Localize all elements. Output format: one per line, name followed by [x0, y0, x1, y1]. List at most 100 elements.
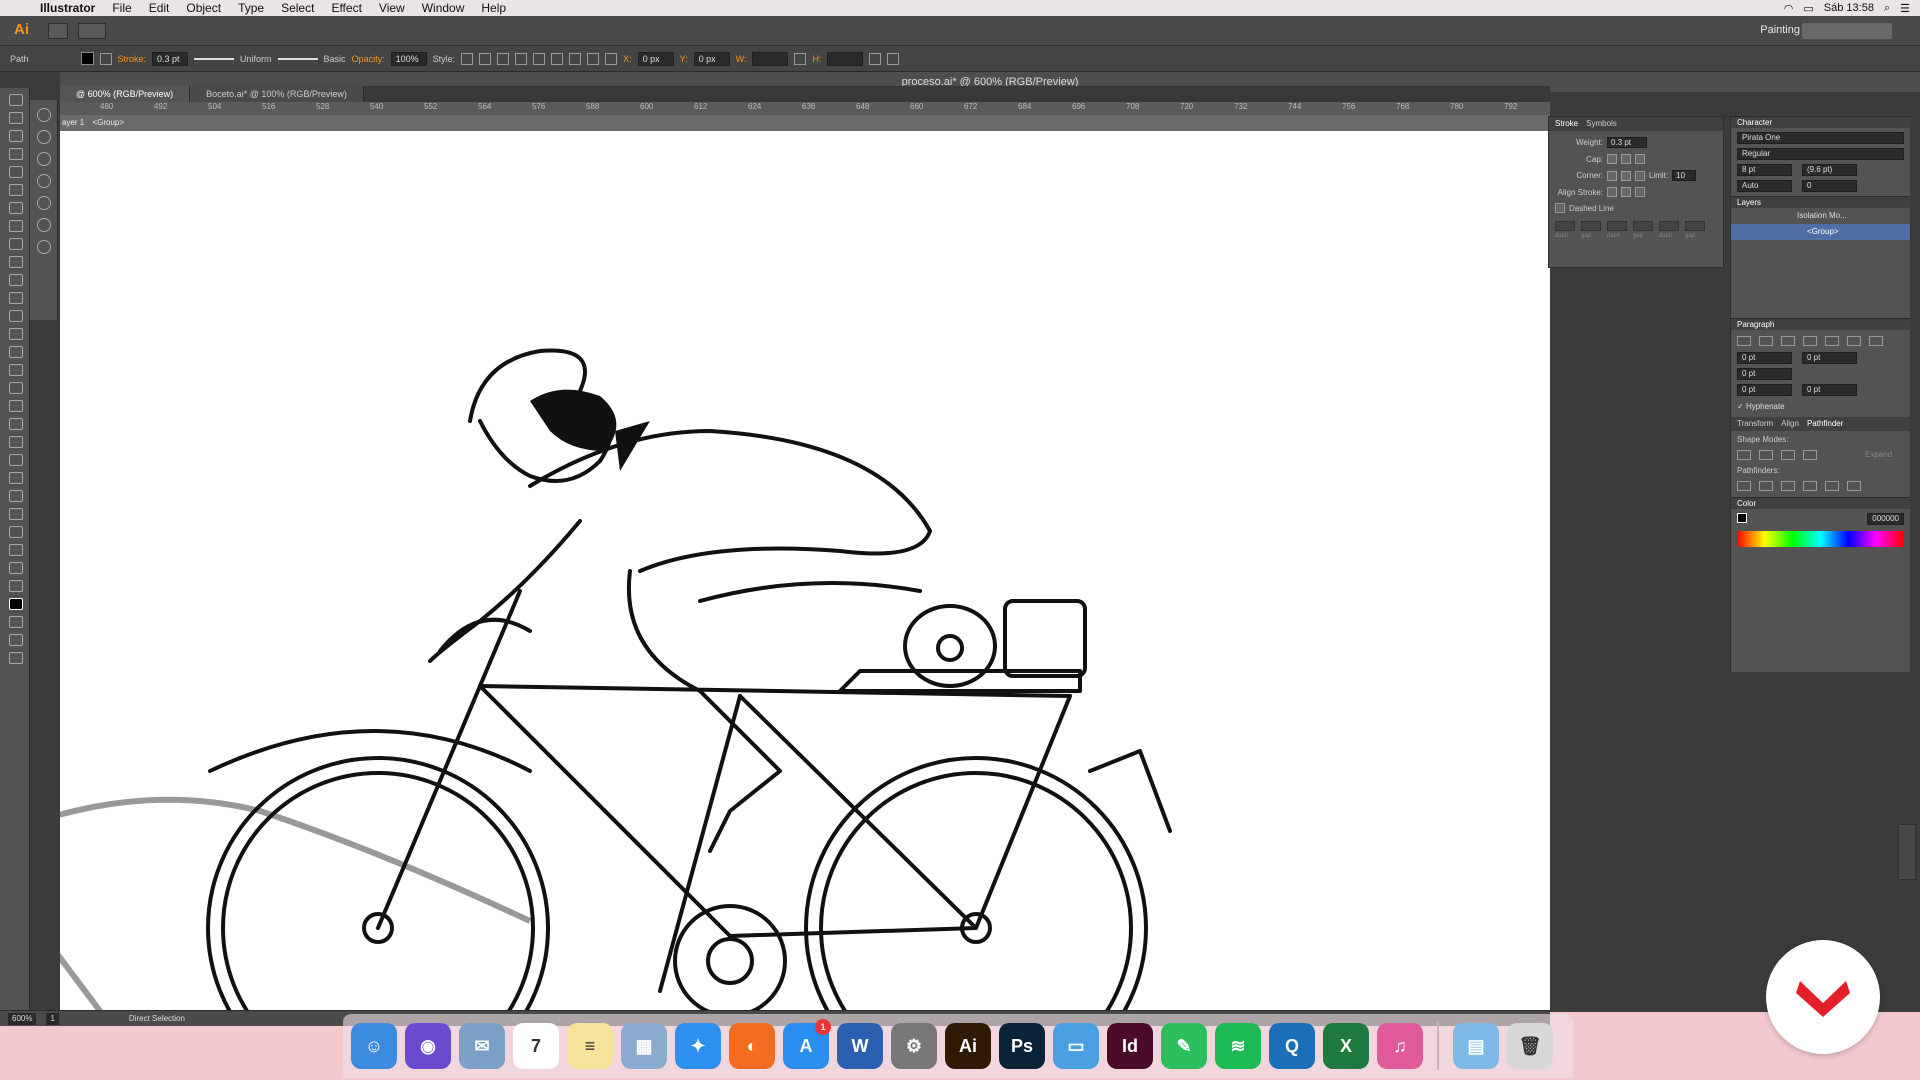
kerning-field[interactable]: Auto	[1737, 180, 1792, 192]
dock-system-preferences-icon[interactable]: ⚙	[891, 1023, 937, 1069]
stroke-label[interactable]: Stroke:	[118, 54, 147, 64]
dock-quicktime-icon[interactable]: Q	[1269, 1023, 1315, 1069]
tracking-field[interactable]: 0	[1802, 180, 1857, 192]
dock-safari-icon[interactable]: ✦	[675, 1023, 721, 1069]
profile-label[interactable]: Uniform	[240, 54, 272, 64]
bridge-button[interactable]	[48, 23, 68, 39]
bevel-join-icon[interactable]	[1635, 170, 1645, 181]
search-stock-input[interactable]	[1802, 23, 1892, 39]
direct-selection-tool-icon[interactable]	[9, 112, 23, 124]
paragraph-panel-header[interactable]: Paragraph	[1731, 318, 1910, 330]
tab-proceso[interactable]: @ 600% (RGB/Preview)	[60, 86, 191, 102]
dock-illustrator-icon[interactable]: Ai	[945, 1023, 991, 1069]
scissors-tool-icon[interactable]	[9, 292, 23, 304]
gradient-tool-icon[interactable]	[9, 436, 23, 448]
tab-boceto[interactable]: Boceto.ai* @ 100% (RGB/Preview)	[190, 86, 364, 102]
dock-spotify-icon[interactable]: ≋	[1215, 1023, 1261, 1069]
graph-tool-icon[interactable]	[9, 508, 23, 520]
justify-all-icon[interactable]	[1869, 336, 1883, 346]
notification-icon[interactable]: ☰	[1900, 2, 1910, 15]
menu-illustrator[interactable]: Illustrator	[40, 1, 95, 15]
magic-wand-tool-icon[interactable]	[9, 130, 23, 142]
minus-back-icon[interactable]	[1847, 481, 1861, 491]
stroke-color-icon[interactable]	[9, 616, 23, 628]
wifi-icon[interactable]: ◠	[1784, 2, 1794, 15]
merge-icon[interactable]	[1781, 481, 1795, 491]
dock-notes-icon[interactable]: ≡	[567, 1023, 613, 1069]
menu-view[interactable]: View	[379, 1, 405, 15]
eraser-tool-icon[interactable]	[9, 274, 23, 286]
navigator-icon[interactable]	[37, 174, 51, 188]
link-icon[interactable]	[794, 52, 807, 65]
rotate-tool-icon[interactable]	[9, 310, 23, 322]
color-fill-swatch[interactable]	[1737, 513, 1747, 523]
symbol-sprayer-tool-icon[interactable]	[9, 490, 23, 502]
menu-object[interactable]: Object	[186, 1, 221, 15]
stroke-swatch[interactable]	[99, 52, 112, 65]
tab-align[interactable]: Align	[1781, 417, 1799, 431]
miter-join-icon[interactable]	[1607, 170, 1617, 181]
butt-cap-icon[interactable]	[1607, 154, 1617, 164]
align-left-text-icon[interactable]	[1737, 336, 1751, 346]
collapsed-panel-strip[interactable]	[1898, 824, 1916, 880]
menu-edit[interactable]: Edit	[149, 1, 170, 15]
tab-symbols[interactable]: Symbols	[1586, 117, 1617, 131]
search-icon[interactable]: ⌕	[1884, 2, 1890, 15]
paintbrush-tool-icon[interactable]	[9, 238, 23, 250]
color-panel-header[interactable]: Color	[1731, 497, 1910, 509]
table-icon[interactable]	[37, 240, 51, 254]
blend-tool-icon[interactable]	[9, 472, 23, 484]
eyedropper-tool-icon[interactable]	[9, 454, 23, 466]
dock-photoshop-icon[interactable]: Ps	[999, 1023, 1045, 1069]
limit-field[interactable]: 10	[1672, 170, 1697, 181]
dash-1-field[interactable]	[1555, 221, 1575, 231]
h-field[interactable]	[827, 51, 864, 66]
layers-panel-header[interactable]: Layers	[1731, 196, 1910, 208]
hex-field[interactable]: 000000	[1867, 513, 1904, 525]
dock-photos-icon[interactable]: ▦	[621, 1023, 667, 1069]
dock-word-icon[interactable]: W	[837, 1023, 883, 1069]
intersect-icon[interactable]	[1781, 450, 1795, 460]
align-center-stroke-icon[interactable]	[1607, 187, 1617, 197]
dock-excel-icon[interactable]: X	[1323, 1023, 1369, 1069]
brush-label[interactable]: Basic	[324, 54, 346, 64]
exclude-icon[interactable]	[1803, 450, 1817, 460]
character-panel-header[interactable]: Character	[1731, 116, 1910, 128]
breadcrumb-layer[interactable]: ayer 1	[62, 118, 84, 127]
space-after-field[interactable]: 0 pt	[1802, 384, 1857, 396]
pen-tool-icon[interactable]	[9, 166, 23, 178]
align-right-icon[interactable]	[533, 52, 546, 65]
shape-builder-tool-icon[interactable]	[9, 382, 23, 394]
align-outside-stroke-icon[interactable]	[1635, 187, 1645, 197]
color-spectrum[interactable]	[1737, 531, 1904, 547]
horizontal-ruler[interactable]: 480 492 504 516 528 540 552 564 576 588 600 612 624 6…	[60, 102, 1550, 115]
screen-mode-icon[interactable]	[9, 652, 23, 664]
font-family-field[interactable]: Pirata One	[1737, 132, 1904, 144]
justify-right-icon[interactable]	[1847, 336, 1861, 346]
y-field[interactable]: 0 px	[693, 51, 730, 66]
perspective-grid-tool-icon[interactable]	[9, 400, 23, 412]
trim-icon[interactable]	[1759, 481, 1773, 491]
variable-width-profile[interactable]	[194, 57, 235, 60]
align-inside-stroke-icon[interactable]	[1621, 187, 1631, 197]
pencil-tool-icon[interactable]	[9, 256, 23, 268]
info-icon[interactable]	[37, 152, 51, 166]
artboard-tool-icon[interactable]	[9, 526, 23, 538]
dash-2-field[interactable]	[1607, 221, 1627, 231]
dashed-line-checkbox[interactable]	[1555, 203, 1565, 213]
clock[interactable]: Sáb 13:58	[1824, 2, 1874, 14]
transform-icon[interactable]	[869, 52, 882, 65]
slice-tool-icon[interactable]	[9, 544, 23, 556]
fill-color-icon[interactable]	[9, 598, 23, 610]
round-cap-icon[interactable]	[1621, 154, 1631, 164]
gap-3-field[interactable]	[1685, 221, 1705, 231]
font-style-field[interactable]: Regular	[1737, 148, 1904, 160]
workspace-switcher[interactable]: Painting	[1760, 24, 1800, 36]
x-field[interactable]: 0 px	[637, 51, 674, 66]
lasso-tool-icon[interactable]	[9, 148, 23, 160]
type-tool-icon[interactable]	[9, 184, 23, 196]
menu-type[interactable]: Type	[238, 1, 264, 15]
isolation-breadcrumb[interactable]: ayer 1 <Group>	[60, 115, 1550, 131]
align-center-text-icon[interactable]	[1759, 336, 1773, 346]
dash-3-field[interactable]	[1659, 221, 1679, 231]
